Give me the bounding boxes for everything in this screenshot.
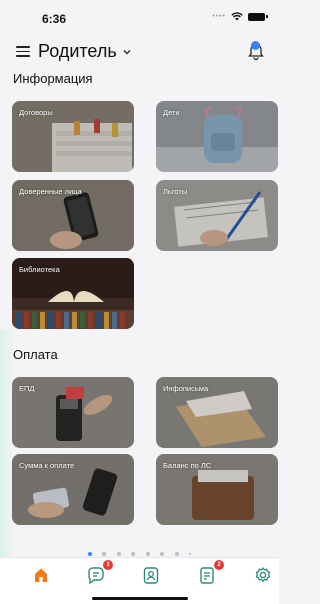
page-dot[interactable]: [160, 551, 165, 556]
page-dot[interactable]: [145, 551, 150, 556]
section-title-info: Информация: [13, 71, 93, 86]
page-dot[interactable]: [174, 551, 179, 556]
chevron-down-icon[interactable]: [122, 47, 132, 57]
messages-badge: 1: [103, 560, 113, 570]
status-bar: 6:36 ••••: [0, 0, 279, 34]
tile-label: Льготы: [163, 187, 188, 196]
tile-label: Библиотека: [19, 265, 60, 274]
documents-badge: 2: [214, 560, 224, 570]
signal-icon: ••••: [212, 13, 226, 20]
tab-settings[interactable]: [252, 564, 274, 586]
tile-epd[interactable]: ЕПД: [12, 377, 134, 448]
page-dot[interactable]: [131, 551, 136, 556]
menu-icon[interactable]: [16, 46, 30, 57]
tile-benefits[interactable]: Льготы: [156, 180, 278, 251]
status-icons: ••••: [212, 12, 268, 21]
tile-info-letters[interactable]: Инфописьма: [156, 377, 278, 448]
tile-label: Инфописьма: [163, 384, 209, 393]
tile-library[interactable]: Библиотека: [12, 258, 134, 329]
profile-title[interactable]: Родитель: [38, 41, 117, 62]
notifications-button[interactable]: [247, 41, 265, 61]
tile-contracts[interactable]: Договоры: [12, 101, 134, 172]
tab-documents[interactable]: 2: [196, 560, 224, 586]
tile-account-balance[interactable]: Баланс по ЛС: [156, 454, 278, 525]
page-dot[interactable]: [189, 552, 192, 555]
tab-contacts[interactable]: [140, 564, 162, 586]
tile-label: Дети: [163, 108, 180, 117]
settings-icon: [255, 567, 271, 582]
notification-badge: [251, 41, 260, 50]
tile-label: Договоры: [19, 108, 53, 117]
page-dot[interactable]: [102, 551, 107, 556]
tile-children[interactable]: Дети: [156, 101, 278, 172]
wifi-icon: [231, 12, 243, 21]
tile-label: Баланс по ЛС: [163, 461, 212, 470]
tile-label: ЕПД: [19, 384, 35, 393]
header: Родитель: [0, 38, 279, 66]
battery-icon: [248, 12, 268, 21]
tile-trusted-persons[interactable]: Доверенные лица: [12, 180, 134, 251]
tile-amount-due[interactable]: Сумма к оплате: [12, 454, 134, 525]
tile-label: Доверенные лица: [19, 187, 82, 196]
page-dot[interactable]: [116, 551, 121, 556]
page-dot[interactable]: [87, 551, 92, 556]
home-icon: [35, 568, 47, 582]
tile-label: Сумма к оплате: [19, 461, 75, 470]
tab-bar: 1 2: [0, 557, 279, 604]
section-title-payment: Оплата: [13, 347, 58, 362]
tab-messages[interactable]: 1: [85, 560, 113, 586]
home-indicator: [92, 597, 188, 600]
tab-home[interactable]: [30, 564, 52, 586]
status-time: 6:36: [42, 12, 67, 26]
contacts-icon: [143, 567, 159, 584]
